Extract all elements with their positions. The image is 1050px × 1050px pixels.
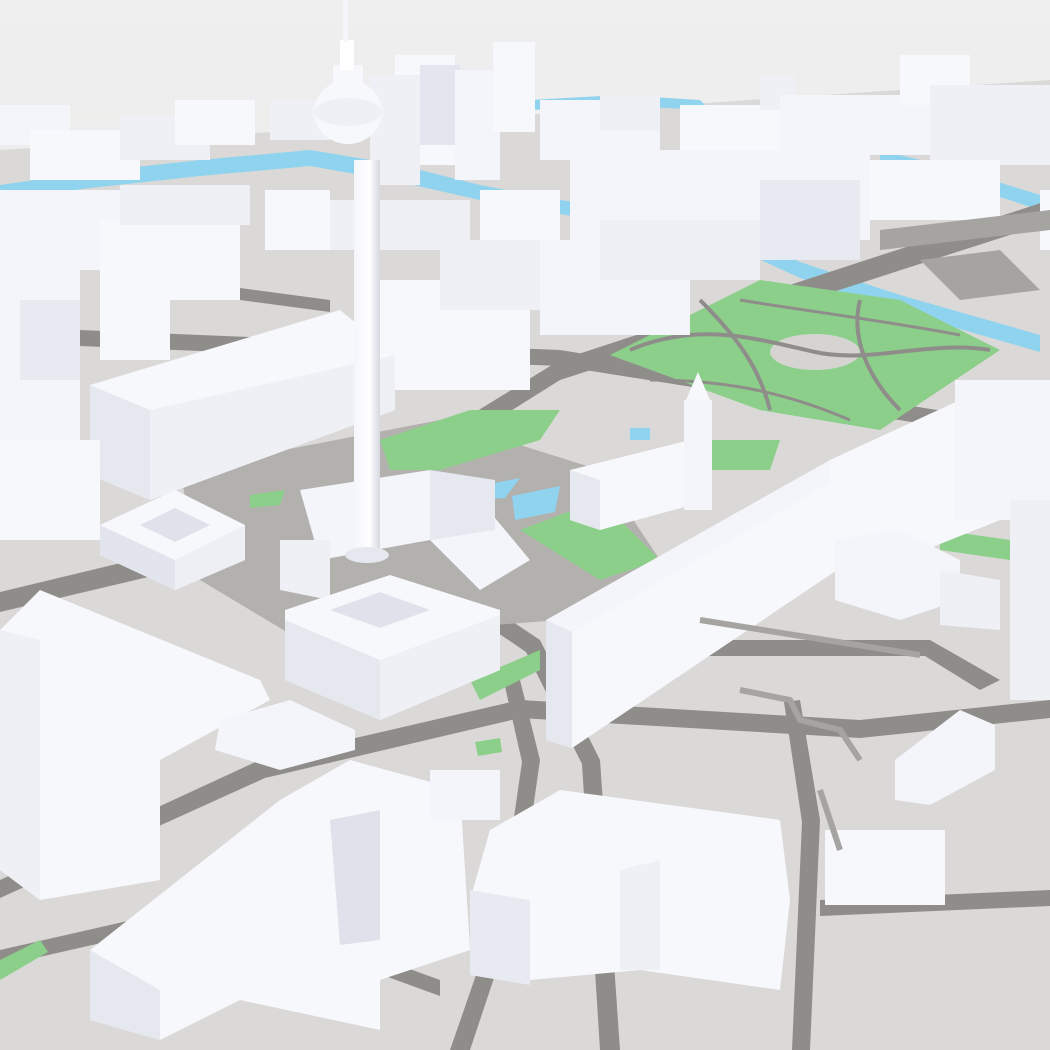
- foreground-center-building: [470, 790, 790, 990]
- city-model-canvas: [0, 0, 1050, 1050]
- city-model-view: [0, 0, 1050, 1050]
